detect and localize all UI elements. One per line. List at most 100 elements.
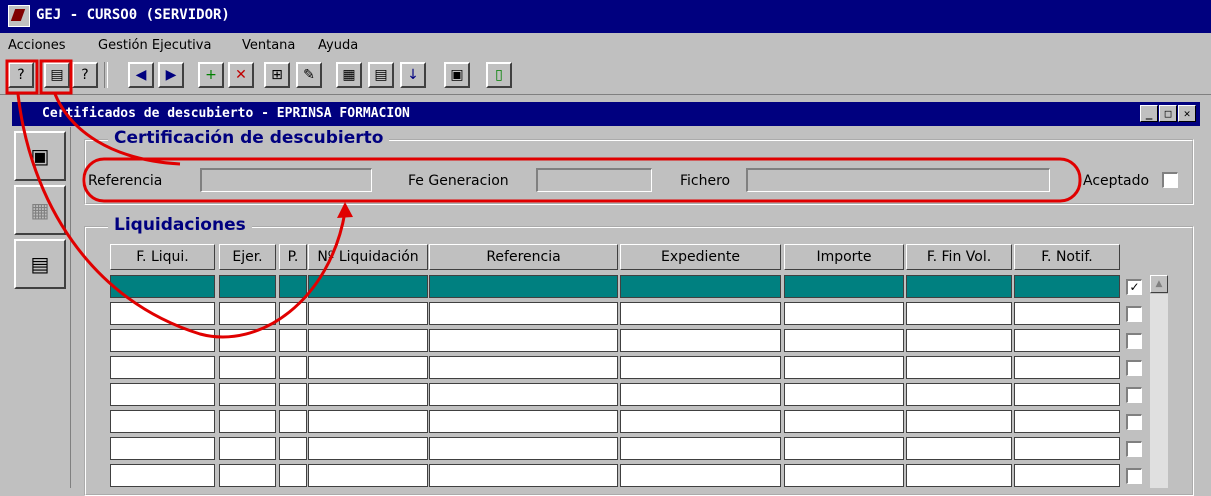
menu-ayuda[interactable]: Ayuda — [318, 38, 358, 53]
grid-cell[interactable] — [219, 410, 276, 433]
grid-cell[interactable] — [110, 437, 215, 460]
grid-cell[interactable] — [620, 410, 781, 433]
grid-cell[interactable] — [279, 383, 307, 406]
form-view-icon[interactable]: ▤ — [14, 239, 66, 289]
row-select-checkbox[interactable] — [1126, 387, 1142, 403]
close-button[interactable]: ✕ — [1178, 105, 1196, 122]
grid-cell[interactable] — [784, 356, 904, 379]
grid-cell[interactable] — [906, 302, 1012, 325]
grid-cell[interactable] — [620, 356, 781, 379]
row-select-checkbox[interactable] — [1126, 441, 1142, 457]
grid-cell[interactable] — [784, 410, 904, 433]
grid-cell[interactable] — [620, 275, 781, 298]
grid-cell[interactable] — [784, 464, 904, 487]
grid-cell[interactable] — [906, 356, 1012, 379]
grid-cell[interactable] — [906, 464, 1012, 487]
fe-generacion-field[interactable] — [536, 168, 652, 192]
download-icon[interactable]: ↓ — [400, 62, 426, 88]
grid-cell[interactable] — [308, 275, 428, 298]
grid-cell[interactable] — [906, 410, 1012, 433]
grid-cell[interactable] — [1014, 329, 1120, 352]
new-document-icon[interactable]: ▣ — [14, 131, 66, 181]
insert-record-icon[interactable]: + — [198, 62, 224, 88]
next-record-icon[interactable]: ▶ — [158, 62, 184, 88]
grid-cell[interactable] — [620, 437, 781, 460]
row-select-checkbox[interactable]: ✓ — [1126, 279, 1142, 295]
grid-cell[interactable] — [308, 464, 428, 487]
aceptado-checkbox[interactable] — [1162, 172, 1178, 188]
col-header-f-fin-vol[interactable]: F. Fin Vol. — [906, 244, 1012, 270]
grid-cell[interactable] — [429, 275, 618, 298]
grid-cell[interactable] — [308, 410, 428, 433]
list-values-icon[interactable]: ▦ — [336, 62, 362, 88]
grid-cell[interactable] — [219, 464, 276, 487]
grid-cell[interactable] — [219, 329, 276, 352]
grid-cell[interactable] — [620, 329, 781, 352]
grid-cell[interactable] — [219, 437, 276, 460]
grid-cell[interactable] — [784, 302, 904, 325]
grid-cell[interactable] — [308, 329, 428, 352]
grid-cell[interactable] — [1014, 383, 1120, 406]
grid-cell[interactable] — [308, 383, 428, 406]
grid-cell[interactable] — [110, 383, 215, 406]
grid-cell[interactable] — [906, 383, 1012, 406]
prev-record-icon[interactable]: ◀ — [128, 62, 154, 88]
notes-icon[interactable]: ▤ — [368, 62, 394, 88]
save-icon[interactable]: ▣ — [444, 62, 470, 88]
grid-cell[interactable] — [110, 356, 215, 379]
grid-cell[interactable] — [110, 464, 215, 487]
col-header-p[interactable]: P. — [279, 244, 307, 270]
grid-cell[interactable] — [620, 302, 781, 325]
menu-acciones[interactable]: Acciones — [8, 38, 66, 53]
query-run-icon[interactable]: ▤ — [44, 62, 70, 88]
grid-cell[interactable] — [308, 437, 428, 460]
grid-cell[interactable] — [1014, 437, 1120, 460]
grid-cell[interactable] — [784, 275, 904, 298]
col-header-referencia[interactable]: Referencia — [429, 244, 618, 270]
grid-cell[interactable] — [1014, 356, 1120, 379]
row-select-checkbox[interactable] — [1126, 306, 1142, 322]
grid-cell[interactable] — [784, 437, 904, 460]
grid-cell[interactable] — [429, 437, 618, 460]
grid-cell[interactable] — [110, 329, 215, 352]
grid-cell[interactable] — [784, 329, 904, 352]
query-count-icon[interactable]: ? — [72, 62, 98, 88]
grid-cell[interactable] — [110, 275, 215, 298]
col-header-f-notif[interactable]: F. Notif. — [1014, 244, 1120, 270]
query-help-icon[interactable]: ? — [8, 62, 34, 88]
menu-ventana[interactable]: Ventana — [242, 38, 295, 53]
grid-cell[interactable] — [620, 464, 781, 487]
grid-cell[interactable] — [429, 464, 618, 487]
grid-cell[interactable] — [110, 410, 215, 433]
grid-cell[interactable] — [429, 383, 618, 406]
row-select-checkbox[interactable] — [1126, 468, 1142, 484]
scroll-up-arrow-icon[interactable]: ▲ — [1150, 275, 1168, 293]
delete-record-icon[interactable]: ✕ — [228, 62, 254, 88]
grid-cell[interactable] — [308, 356, 428, 379]
grid-cell[interactable] — [906, 275, 1012, 298]
grid-cell[interactable] — [1014, 275, 1120, 298]
grid-disabled-icon[interactable]: ▦ — [14, 185, 66, 235]
grid-cell[interactable] — [219, 302, 276, 325]
referencia-field[interactable] — [200, 168, 372, 192]
grid-cell[interactable] — [219, 356, 276, 379]
exit-icon[interactable]: ▯ — [486, 62, 512, 88]
row-select-checkbox[interactable] — [1126, 414, 1142, 430]
grid-cell[interactable] — [429, 356, 618, 379]
grid-cell[interactable] — [1014, 464, 1120, 487]
grid-cell[interactable] — [279, 437, 307, 460]
maximize-button[interactable]: □ — [1159, 105, 1177, 122]
grid-cell[interactable] — [429, 410, 618, 433]
col-header-ejer[interactable]: Ejer. — [219, 244, 276, 270]
grid-cell[interactable] — [279, 275, 307, 298]
grid-cell[interactable] — [279, 464, 307, 487]
col-header-importe[interactable]: Importe — [784, 244, 904, 270]
minimize-button[interactable]: _ — [1140, 105, 1158, 122]
grid-cell[interactable] — [110, 302, 215, 325]
grid-cell[interactable] — [906, 329, 1012, 352]
grid-cell[interactable] — [308, 302, 428, 325]
grid-cell[interactable] — [429, 302, 618, 325]
grid-cell[interactable] — [279, 302, 307, 325]
grid-cell[interactable] — [906, 437, 1012, 460]
duplicate-record-icon[interactable]: ⊞ — [264, 62, 290, 88]
